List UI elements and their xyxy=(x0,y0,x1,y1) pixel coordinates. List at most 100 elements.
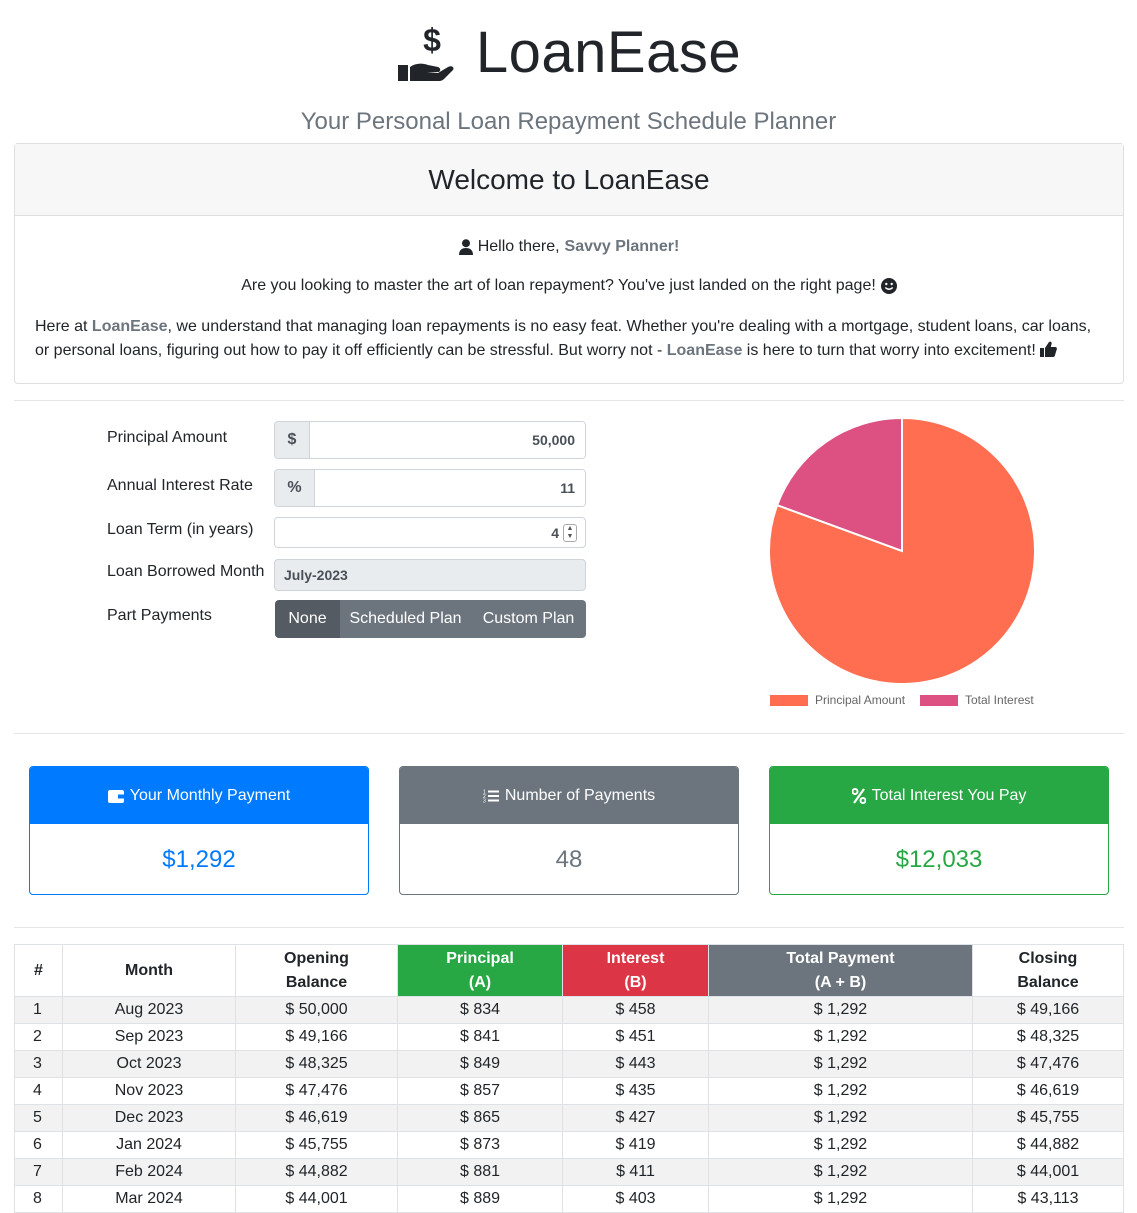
rate-input[interactable] xyxy=(315,470,585,506)
payments-count-value: 48 xyxy=(555,845,583,873)
greeting-name: Savvy Planner! xyxy=(564,238,680,255)
row-principal: $ 849 xyxy=(397,1050,563,1078)
table-row: 1 Aug 2023 $ 50,000 $ 834 $ 458 $ 1,292 $ 49,1… xyxy=(14,996,1124,1024)
monthly-payment-card: Your Monthly Payment $1,292 xyxy=(29,766,369,895)
percent-addon: % xyxy=(275,470,315,506)
part-custom-button[interactable]: Custom Plan xyxy=(471,600,586,638)
row-interest: $ 419 xyxy=(562,1131,709,1159)
principal-label: Principal Amount xyxy=(107,429,228,446)
brand-header: $ LoanEase xyxy=(0,18,1137,88)
row-total-payment: $ 1,292 xyxy=(708,1104,973,1132)
intro-text-1: Here at xyxy=(35,318,88,335)
monthly-payment-value: $1,292 xyxy=(162,845,236,873)
legend-item[interactable]: Total Interest xyxy=(920,693,1034,707)
table-row: 4 Nov 2023 $ 47,476 $ 857 $ 435 $ 1,292 $ 46,6… xyxy=(14,1077,1124,1105)
term-stepper[interactable]: ▲ ▼ xyxy=(563,523,577,542)
part-payments-toggle: None Scheduled Plan Custom Plan xyxy=(275,600,586,638)
row-number: 1 xyxy=(14,996,63,1024)
row-closing-balance: $ 45,755 xyxy=(972,1104,1124,1132)
row-principal: $ 889 xyxy=(397,1185,563,1213)
col-opening-balance: Opening Balance xyxy=(235,944,398,997)
welcome-title: Welcome to LoanEase xyxy=(15,144,1123,216)
row-total-payment: $ 1,292 xyxy=(708,1077,973,1105)
month-input[interactable]: July-2023 xyxy=(274,559,586,591)
row-interest: $ 451 xyxy=(562,1023,709,1051)
row-number: 7 xyxy=(14,1158,63,1186)
intro-question: Are you looking to master the art of loa… xyxy=(35,277,1103,295)
divider xyxy=(14,927,1124,928)
greeting-line: Hello there, Savvy Planner! xyxy=(35,238,1103,256)
row-principal: $ 834 xyxy=(397,996,563,1024)
divider xyxy=(14,733,1124,734)
term-input-group: ▲▼ xyxy=(274,517,586,548)
row-number: 4 xyxy=(14,1077,63,1105)
principal-input[interactable] xyxy=(310,422,585,458)
table-row: 3 Oct 2023 $ 48,325 $ 849 $ 443 $ 1,292 $ 47,4… xyxy=(14,1050,1124,1078)
loan-pie-chart: Principal Amount Total Interest xyxy=(768,416,1036,707)
total-interest-card: Total Interest You Pay $12,033 xyxy=(769,766,1109,895)
monthly-payment-header: Your Monthly Payment xyxy=(30,767,368,824)
row-number: 3 xyxy=(14,1050,63,1078)
row-month: Oct 2023 xyxy=(62,1050,236,1078)
payments-count-header: 1 2 3 Number of Payments xyxy=(400,767,738,824)
row-total-payment: $ 1,292 xyxy=(708,996,973,1024)
row-interest: $ 435 xyxy=(562,1077,709,1105)
table-row: 6 Jan 2024 $ 45,755 $ 873 $ 419 $ 1,292 $ 44,8… xyxy=(14,1131,1124,1159)
term-input[interactable] xyxy=(275,518,563,547)
rate-label: Annual Interest Rate xyxy=(107,477,253,494)
hand-holding-dollar-icon: $ xyxy=(397,23,454,81)
row-principal: $ 865 xyxy=(397,1104,563,1132)
row-number: 6 xyxy=(14,1131,63,1159)
row-month: Nov 2023 xyxy=(62,1077,236,1105)
legend-label: Total Interest xyxy=(965,693,1034,707)
greeting-prefix: Hello there, xyxy=(477,238,560,255)
legend-item[interactable]: Principal Amount xyxy=(770,693,906,707)
divider xyxy=(14,400,1124,401)
intro-text-3: is here to turn that worry into exciteme… xyxy=(746,342,1036,359)
row-principal: $ 873 xyxy=(397,1131,563,1159)
row-interest: $ 443 xyxy=(562,1050,709,1078)
table-row: 8 Mar 2024 $ 44,001 $ 889 $ 403 $ 1,292 $ 43,1… xyxy=(14,1185,1124,1213)
table-row: 5 Dec 2023 $ 46,619 $ 865 $ 427 $ 1,292 $ 45,7… xyxy=(14,1104,1124,1132)
row-closing-balance: $ 44,882 xyxy=(972,1131,1124,1159)
col-interest: Interest (B) xyxy=(562,944,709,997)
row-opening-balance: $ 49,166 xyxy=(235,1023,398,1051)
payments-count-card: 1 2 3 Number of Payments 48 xyxy=(399,766,739,895)
row-principal: $ 857 xyxy=(397,1077,563,1105)
row-month: Sep 2023 xyxy=(62,1023,236,1051)
part-scheduled-button[interactable]: Scheduled Plan xyxy=(340,600,471,638)
row-closing-balance: $ 44,001 xyxy=(972,1158,1124,1186)
col-principal: Principal (A) xyxy=(397,944,563,997)
list-icon: 1 2 3 xyxy=(483,789,499,803)
term-label: Loan Term (in years) xyxy=(107,521,254,538)
table-row: 2 Sep 2023 $ 49,166 $ 841 $ 451 $ 1,292 $ 48,3… xyxy=(14,1023,1124,1051)
part-none-button[interactable]: None xyxy=(275,600,340,638)
row-opening-balance: $ 44,882 xyxy=(235,1158,398,1186)
brand-mention: LoanEase xyxy=(666,342,743,359)
dollar-addon: $ xyxy=(275,422,310,458)
part-payments-label: Part Payments xyxy=(107,607,212,624)
legend-label: Principal Amount xyxy=(815,693,906,707)
row-number: 2 xyxy=(14,1023,63,1051)
col-total-payment: Total Payment (A + B) xyxy=(708,944,973,997)
row-opening-balance: $ 46,619 xyxy=(235,1104,398,1132)
row-total-payment: $ 1,292 xyxy=(708,1050,973,1078)
row-total-payment: $ 1,292 xyxy=(708,1131,973,1159)
percent-icon xyxy=(851,787,866,804)
svg-text:$: $ xyxy=(423,23,441,58)
row-opening-balance: $ 47,476 xyxy=(235,1077,398,1105)
legend-swatch xyxy=(770,695,808,706)
row-month: Jan 2024 xyxy=(62,1131,236,1159)
row-number: 8 xyxy=(14,1185,63,1213)
smile-icon xyxy=(880,278,897,294)
row-total-payment: $ 1,292 xyxy=(708,1023,973,1051)
repayment-schedule-table: # Month Opening Balance Principal (A) Inte… xyxy=(14,944,1124,1213)
table-header-row: # Month Opening Balance Principal (A) Inte… xyxy=(14,944,1124,997)
row-closing-balance: $ 47,476 xyxy=(972,1050,1124,1078)
row-month: Feb 2024 xyxy=(62,1158,236,1186)
row-closing-balance: $ 43,113 xyxy=(972,1185,1124,1213)
table-row: 7 Feb 2024 $ 44,882 $ 881 $ 411 $ 1,292 $ 44,0… xyxy=(14,1158,1124,1186)
wallet-icon xyxy=(107,789,124,803)
intro-question-text: Are you looking to master the art of loa… xyxy=(241,277,876,294)
month-label: Loan Borrowed Month xyxy=(107,563,265,580)
